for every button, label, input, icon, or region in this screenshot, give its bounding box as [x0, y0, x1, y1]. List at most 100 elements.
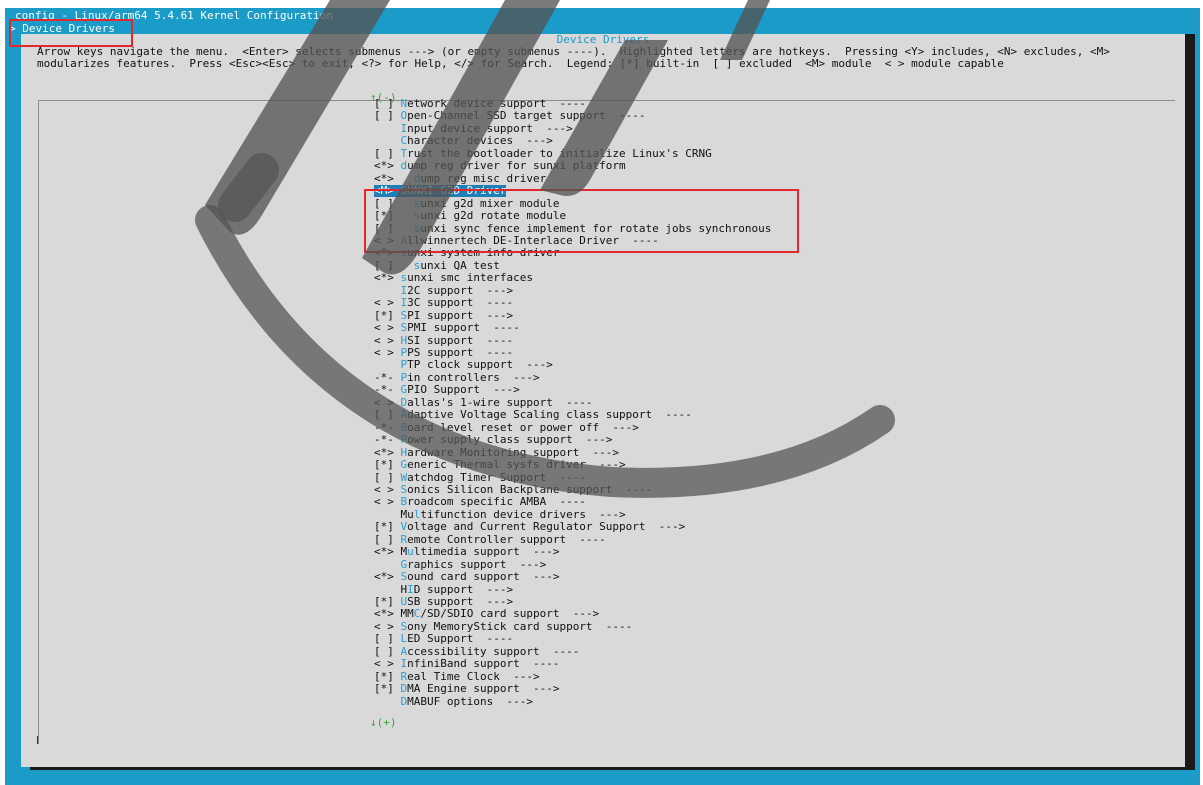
menu-item[interactable]: [*] Generic Thermal sysfs driver ---> — [374, 459, 626, 471]
menu-item-state: <*> — [374, 159, 401, 173]
menu-item-state: [ ] — [374, 258, 414, 272]
menu-item[interactable]: [ ] Accessibility support ---- — [374, 644, 580, 658]
menu-item-label: ump reg misc driver — [420, 171, 547, 185]
menu-item[interactable]: < > Sonics Silicon Backplane support ---… — [374, 482, 652, 496]
menu-item-label: ump reg driver for sunxi platform — [407, 159, 626, 173]
menu-item-label: MA Engine support ---> — [407, 682, 560, 696]
menu-item[interactable]: [*] Real Time Clock ---> — [374, 669, 540, 683]
menu-item[interactable]: [*] Voltage and Current Regulator Suppor… — [374, 521, 685, 533]
menu-item[interactable]: -*- GPIO Support ---> — [374, 384, 520, 396]
menu-item-label: PI support ---> — [407, 308, 514, 322]
scroll-down-indicator: ↓(+) — [370, 716, 397, 729]
menu-item-state: -*- — [374, 433, 401, 447]
menu-item-state: <*> MM — [374, 607, 414, 621]
help-text-line-2: modularizes features. Press <Esc><Esc> t… — [37, 57, 1004, 70]
menu-item[interactable]: < > SPMI support ---- — [374, 322, 520, 334]
menu-item-label: SB support ---> — [407, 595, 514, 608]
menu-item-label: allas's 1-wire support ---- — [407, 395, 593, 409]
menu-item-label: PIO Support ---> — [407, 383, 520, 397]
menu-item[interactable]: <*> Multimedia support ---> — [374, 546, 559, 558]
menu-item[interactable]: HID support ---> — [374, 582, 513, 596]
menu-item[interactable]: -*- Pin controllers ---> — [374, 370, 540, 384]
menu-item[interactable]: [ ] sunxi QA test — [374, 258, 500, 272]
menu-item-state: [*] — [374, 458, 401, 472]
menu-item[interactable]: < > InfiniBand support ---- — [374, 658, 559, 670]
menu-item-label: emote Controller support ---- — [407, 532, 606, 546]
menu-item-state: <*> — [374, 171, 414, 185]
menu-item[interactable]: [ ] Remote Controller support ---- — [374, 532, 606, 546]
menuconfig-dialog: Device Drivers Arrow keys navigate the m… — [21, 34, 1185, 767]
menu-item[interactable]: [ ] Open-Channel SSD target support ---- — [374, 110, 646, 122]
menu-item-state: < > — [374, 321, 401, 335]
menu-item[interactable]: I2C support ---> — [374, 283, 514, 297]
menu-item-label: atchdog Timer Support ---- — [407, 470, 586, 484]
menu-item[interactable]: < > Broadcom specific AMBA ---- — [374, 496, 586, 508]
menu-item-label: ltimedia support ---> — [413, 545, 560, 559]
menu-item[interactable]: < > Sony MemoryStick card support ---- — [374, 619, 633, 633]
menu-item-state: < > — [374, 482, 401, 496]
menu-item[interactable]: DMABUF options ---> — [374, 694, 533, 708]
menu-item[interactable]: Multifunction device drivers ---> — [374, 507, 625, 521]
menu-item[interactable]: [ ] LED Support ---- — [374, 633, 513, 645]
menu-item[interactable]: -*- Power supply class support ---> — [374, 434, 612, 446]
menu-item-state: < > — [374, 619, 401, 633]
menu-item-label: ardware Monitoring support ---> — [407, 445, 620, 459]
menu-item-state: <*> — [374, 271, 401, 285]
menu-item-label: ony MemoryStick card support ---- — [407, 619, 633, 633]
menu-item-state: [*] — [374, 520, 401, 534]
menu-item[interactable]: [ ] Trust the bootloader to initialize L… — [374, 146, 712, 160]
menu-item[interactable]: -*- Board level reset or power off ---> — [374, 421, 639, 434]
menu-item[interactable]: < > I3C support ---- — [374, 297, 513, 309]
menu-item[interactable]: [*] USB support ---> — [374, 596, 513, 608]
menu-item-label: 2C support ---> — [407, 283, 514, 297]
menu-item[interactable]: <*> dump reg driver for sunxi platform — [374, 160, 626, 172]
menu-box-corner — [37, 736, 38, 744]
menu-item-label: eal Time Clock ---> — [407, 669, 540, 683]
menu-item-state: [ ] — [374, 632, 401, 646]
menu-item[interactable]: <*> Hardware Monitoring support ---> — [374, 445, 620, 459]
menu-item-state: [ ] — [374, 408, 401, 422]
menu-item[interactable]: Character devices ---> — [374, 135, 553, 147]
menu-item-state: [ ] — [374, 644, 401, 658]
menu-item-hotkey: I — [407, 582, 414, 596]
menu-item-label: eneric Thermal sysfs driver ---> — [407, 458, 626, 472]
menu-item[interactable]: <*> dump reg misc driver — [374, 171, 547, 185]
menu-item-label: MABUF options ---> — [407, 694, 533, 708]
menu-item-state: [ ] — [374, 109, 401, 123]
menu-item-state — [374, 358, 401, 371]
menu-item-state: [ ] — [374, 470, 401, 484]
menu-item-state: [*] — [374, 682, 401, 696]
menu-item[interactable]: PTP clock support ---> — [374, 359, 553, 371]
menu-item-state: Mu — [374, 507, 414, 521]
menu-item-label: ower supply class support ---> — [407, 433, 613, 447]
menu-item-state: < > — [374, 657, 401, 671]
menu-item-label: raphics support ---> — [407, 557, 547, 571]
menu-item-state — [374, 695, 401, 708]
menu-item[interactable]: < > HSI support ---- — [374, 333, 514, 347]
menu-item-label: ccessibility support ---- — [407, 644, 580, 658]
menu-item[interactable]: <*> Sound card support ---> — [374, 571, 559, 583]
menu-item[interactable]: < > PPS support ---- — [374, 347, 513, 359]
menu-item-state: < > — [374, 296, 401, 310]
menu-item[interactable]: <*> sunxi smc interfaces — [374, 272, 533, 284]
menu-item-label: TP clock support ---> — [407, 358, 553, 372]
menu-item-state: -*- — [374, 370, 401, 384]
menu-item-state: < > — [374, 395, 401, 409]
menu-item[interactable]: [ ] Adaptive Voltage Scaling class suppo… — [374, 409, 692, 421]
menu-item-state: [ ] — [374, 146, 401, 160]
menu-item[interactable]: [*] DMA Engine support ---> — [374, 683, 559, 695]
menu-item-label: SI support ---- — [407, 333, 514, 347]
menu-item[interactable]: <*> MMC/SD/SDIO card support ---> — [374, 608, 599, 620]
menu-item-state: <*> M — [374, 545, 408, 559]
menu-item[interactable]: [ ] Network device support ---- — [374, 98, 586, 110]
menu-item-label: pen-Channel SSD target support ---- — [407, 109, 646, 123]
menu-item[interactable]: [*] SPI support ---> — [374, 308, 514, 322]
menu-item-label: in controllers ---> — [407, 370, 540, 384]
menu-item[interactable]: < > Dallas's 1-wire support ---- — [374, 395, 593, 409]
menu-item[interactable]: Graphics support ---> — [374, 557, 547, 571]
menu-item[interactable]: [ ] Watchdog Timer Support ---- — [374, 470, 586, 484]
menu-item-label: ound card support ---> — [407, 570, 560, 584]
annotation-box-g2d-options — [364, 189, 799, 253]
menu-item[interactable]: Input device support ---> — [374, 122, 573, 135]
menu-item-state: H — [374, 582, 408, 596]
